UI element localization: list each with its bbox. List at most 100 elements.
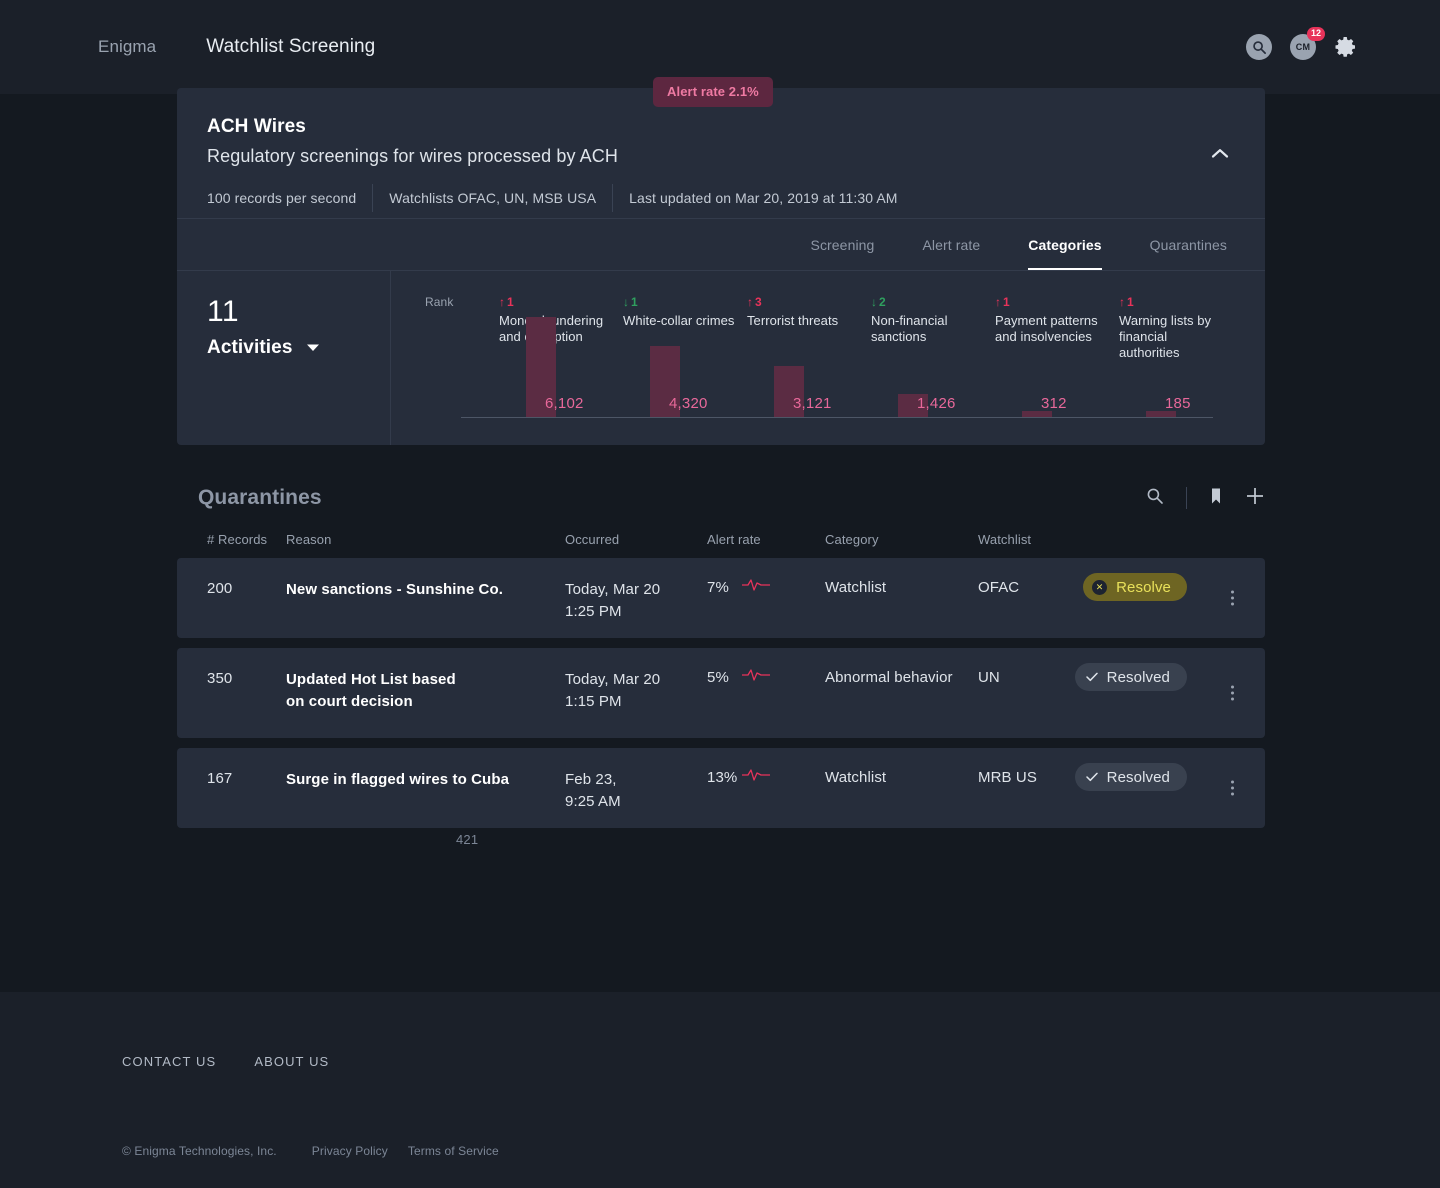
settings-button[interactable] <box>1334 35 1358 59</box>
status-label: Resolve <box>1116 578 1171 596</box>
categories-panel: 11 Activities Rank ↑ 1 Money laundering an… <box>177 270 1265 445</box>
quarantines-actions <box>1146 486 1265 511</box>
col-records: # Records <box>207 532 268 547</box>
cell-alert-rate: 13% <box>707 769 738 786</box>
brand-area: Enigma Watchlist Screening <box>98 36 375 58</box>
quarantines-add-button[interactable] <box>1245 486 1265 511</box>
cell-alert-rate: 5% <box>707 669 729 686</box>
footer-link-contact-us[interactable]: CONTACT US <box>122 1054 216 1069</box>
cell-alert-rate: 7% <box>707 579 729 596</box>
category-bar-value: 4,320 <box>669 395 708 412</box>
rank-delta: ↑ 3 <box>747 295 871 309</box>
sparkline-icon <box>741 669 771 681</box>
meta-last-updated: Last updated on Mar 20, 2019 at 11:30 AM <box>612 184 913 212</box>
notification-badge: 12 <box>1306 27 1325 41</box>
category-bar-value: 185 <box>1165 395 1191 412</box>
sparkline-icon <box>741 769 771 781</box>
row-more-options-button[interactable] <box>1227 587 1238 610</box>
col-watchlist: Watchlist <box>978 532 1032 547</box>
rank-delta: ↑ 1 <box>995 295 1119 309</box>
table-footer-count: 421 <box>456 832 479 847</box>
cell-occurred: Today, Mar 20 1:15 PM <box>565 671 661 710</box>
quarantines-header: Quarantines <box>198 478 1265 518</box>
category-bar-value: 1,426 <box>917 395 956 412</box>
category-columns: ↑1Money laundering and corruption6,102↓1… <box>499 271 1265 445</box>
category-column[interactable]: ↑ 1 Payment patterns and insolvencies 312 <box>995 271 1119 445</box>
category-label: Non-financial sanctions <box>871 313 948 344</box>
cell-category: Watchlist <box>825 579 887 596</box>
category-bar-value: 6,102 <box>545 395 584 412</box>
alert-rate-sparkline <box>741 668 771 687</box>
check-icon <box>1085 772 1098 782</box>
cell-records: 200 <box>207 580 233 597</box>
cell-watchlist: MRB US <box>978 769 1037 786</box>
footer-link-privacy-policy[interactable]: Privacy Policy <box>312 1144 388 1158</box>
tab-screening[interactable]: Screening <box>811 219 875 270</box>
category-column[interactable]: ↓ 2 Non-financial sanctions 1,426 <box>871 271 995 445</box>
user-avatar-button[interactable]: CM 12 <box>1290 27 1325 60</box>
resolved-status-button[interactable]: Resolved <box>1074 663 1187 691</box>
search-icon <box>1147 488 1163 504</box>
arrow-up-icon: ↑ <box>995 295 1001 309</box>
page-footer: CONTACT US ABOUT US © Enigma Technologie… <box>0 992 1440 1188</box>
category-column[interactable]: ↑1Money laundering and corruption6,102 <box>499 271 623 445</box>
footer-legal: © Enigma Technologies, Inc. Privacy Poli… <box>122 1144 499 1158</box>
tab-alert-rate[interactable]: Alert rate <box>922 219 980 270</box>
card-meta-row: 100 records per second Watchlists OFAC, … <box>207 178 914 218</box>
brand-logo-text[interactable]: Enigma <box>98 37 156 57</box>
check-icon <box>1085 672 1098 682</box>
rank-delta: ↑ 1 <box>499 295 623 309</box>
chevron-up-icon <box>1211 148 1229 158</box>
arrow-down-icon: ↓ <box>871 295 877 309</box>
arrow-up-icon: ↑ <box>499 295 505 309</box>
meta-records-rate: 100 records per second <box>207 190 357 206</box>
cell-occurred: Today, Mar 20 1:25 PM <box>565 581 661 620</box>
bookmark-icon <box>1212 488 1220 503</box>
category-column[interactable]: ↓ 1 White-collar crimes 4,320 <box>623 271 747 445</box>
activities-selector[interactable]: Activities <box>207 337 390 359</box>
table-row[interactable]: 200 New sanctions - Sunshine Co. Today, Ma… <box>177 558 1265 638</box>
card-title: ACH Wires <box>207 116 306 137</box>
cell-records: 167 <box>207 770 233 787</box>
rank-delta-value: 3 <box>755 295 762 309</box>
footer-link-terms[interactable]: Terms of Service <box>408 1144 499 1158</box>
activities-summary: 11 Activities <box>177 271 391 445</box>
categories-bar-chart: Rank ↑1Money laundering and corruption6,… <box>391 271 1265 445</box>
table-row[interactable]: 167 Surge in flagged wires to Cuba Feb 23,… <box>177 748 1265 828</box>
arrow-up-icon: ↑ <box>747 295 753 309</box>
ach-wires-card: ACH Wires Regulatory screenings for wire… <box>177 88 1265 445</box>
rank-axis-label: Rank <box>425 295 454 309</box>
rank-delta-value: 1 <box>1127 295 1134 309</box>
rank-delta: ↓ 2 <box>871 295 995 309</box>
tab-categories[interactable]: Categories <box>1028 219 1102 270</box>
col-reason: Reason <box>286 532 332 547</box>
activities-count: 11 <box>207 295 239 328</box>
cell-category: Watchlist <box>825 769 887 786</box>
quarantines-table: 200 New sanctions - Sunshine Co. Today, Ma… <box>177 558 1265 838</box>
alert-rate-sparkline <box>741 768 771 787</box>
rank-delta: ↓ 1 <box>623 295 747 309</box>
category-column[interactable]: ↑ 1 Warning lists by financial authorities… <box>1119 271 1243 445</box>
resolved-status-button[interactable]: Resolved <box>1074 763 1187 791</box>
category-column[interactable]: ↑ 3 Terrorist threats 3,121 <box>747 271 871 445</box>
app-root: Enigma Watchlist Screening CM 12 Alert r… <box>0 0 1440 1188</box>
resolve-button[interactable]: ✕ Resolve <box>1083 573 1187 601</box>
collapse-card-button[interactable] <box>1207 140 1233 166</box>
search-icon <box>1252 40 1266 54</box>
footer-link-about-us[interactable]: ABOUT US <box>254 1054 329 1069</box>
tab-quarantines[interactable]: Quarantines <box>1150 219 1227 270</box>
quarantines-bookmark-button[interactable] <box>1209 487 1223 510</box>
search-button[interactable] <box>1246 34 1272 60</box>
quarantines-search-button[interactable] <box>1146 487 1164 510</box>
plus-icon <box>1247 487 1263 504</box>
table-row[interactable]: 350 Updated Hot List based on court decisi… <box>177 648 1265 738</box>
card-tabs: Screening Alert rate Categories Quaranti… <box>177 218 1265 270</box>
caret-down-icon <box>306 339 320 357</box>
row-more-options-button[interactable] <box>1227 682 1238 705</box>
col-alert-rate: Alert rate <box>707 532 761 547</box>
x-circle-icon: ✕ <box>1092 579 1108 595</box>
sparkline-icon <box>741 579 771 591</box>
arrow-up-icon: ↑ <box>1119 295 1125 309</box>
row-more-options-button[interactable] <box>1227 777 1238 800</box>
cell-watchlist: UN <box>978 669 1000 686</box>
